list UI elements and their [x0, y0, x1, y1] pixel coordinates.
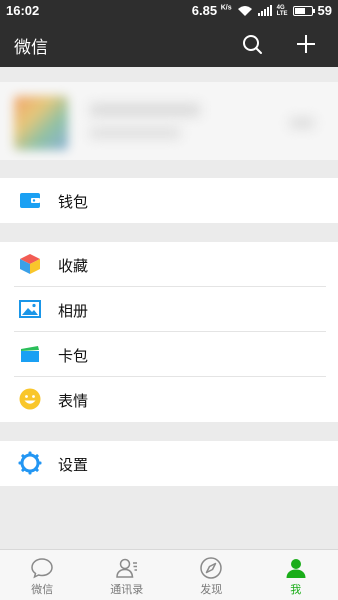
- tab-label-contacts: 通讯录: [110, 583, 144, 596]
- wifi-icon: [237, 5, 252, 16]
- tab-chats[interactable]: 微信: [0, 550, 85, 600]
- plus-icon[interactable]: [294, 32, 318, 56]
- menu-label-settings: 设置: [58, 456, 89, 474]
- profile-card[interactable]: [0, 82, 338, 160]
- contacts-icon: [115, 558, 137, 578]
- status-time: 16:02: [6, 3, 40, 18]
- blurred-qr: [290, 118, 314, 128]
- signal-icon: [257, 5, 272, 16]
- tab-discover[interactable]: 发现: [169, 550, 254, 600]
- top-app-bar: 微信: [0, 22, 338, 67]
- blurred-account-id: [90, 128, 180, 138]
- compass-icon: [200, 557, 222, 579]
- tab-me[interactable]: 我: [254, 550, 338, 600]
- features-group: 收藏 相册 卡包 表情: [0, 242, 338, 422]
- network-speed-unit: K/s: [220, 4, 232, 12]
- network-type: 4G LTE: [277, 5, 288, 17]
- menu-label-cards: 卡包: [58, 347, 89, 365]
- tab-label-chats: 微信: [31, 583, 54, 596]
- settings-group: 设置: [0, 441, 338, 486]
- avatar: [14, 96, 68, 150]
- menu-label-favorites: 收藏: [58, 257, 89, 275]
- menu-item-cards[interactable]: 卡包: [0, 332, 338, 377]
- wallet-group: 钱包: [0, 178, 338, 223]
- battery-level: 59: [317, 3, 332, 18]
- card-icon: [21, 346, 39, 362]
- smiley-icon: [19, 388, 41, 410]
- gear-icon: [18, 451, 42, 475]
- menu-label-stickers: 表情: [58, 392, 89, 410]
- cube-icon: [20, 254, 40, 274]
- menu-label-album: 相册: [58, 302, 89, 320]
- menu-item-stickers[interactable]: 表情: [0, 377, 338, 422]
- menu-item-settings[interactable]: 设置: [0, 441, 338, 486]
- menu-label-wallet: 钱包: [58, 193, 89, 211]
- me-icon: [286, 559, 306, 578]
- bottom-tab-bar: 微信 通讯录 发现 我: [0, 549, 338, 600]
- tab-label-me: 我: [290, 583, 302, 596]
- search-icon[interactable]: [240, 32, 264, 56]
- menu-item-wallet[interactable]: 钱包: [0, 178, 338, 223]
- menu-item-favorites[interactable]: 收藏: [0, 242, 338, 287]
- menu-item-album[interactable]: 相册: [0, 287, 338, 332]
- network-speed: 6.85 K/s: [192, 3, 232, 18]
- chat-bubble-icon: [31, 558, 54, 579]
- tab-label-discover: 发现: [200, 583, 223, 596]
- wallet-icon: [20, 193, 40, 208]
- tab-contacts[interactable]: 通讯录: [85, 550, 170, 600]
- battery-icon: [292, 5, 315, 16]
- status-bar: 16:02 6.85 K/s 4G LTE 59: [0, 0, 338, 22]
- picture-icon: [19, 300, 41, 318]
- network-speed-value: 6.85: [191, 3, 218, 18]
- page-title: 微信: [14, 38, 48, 58]
- status-right: 6.85 K/s 4G LTE 59: [192, 3, 332, 18]
- network-sub-label: LTE: [276, 10, 288, 17]
- blurred-nickname: [90, 104, 200, 116]
